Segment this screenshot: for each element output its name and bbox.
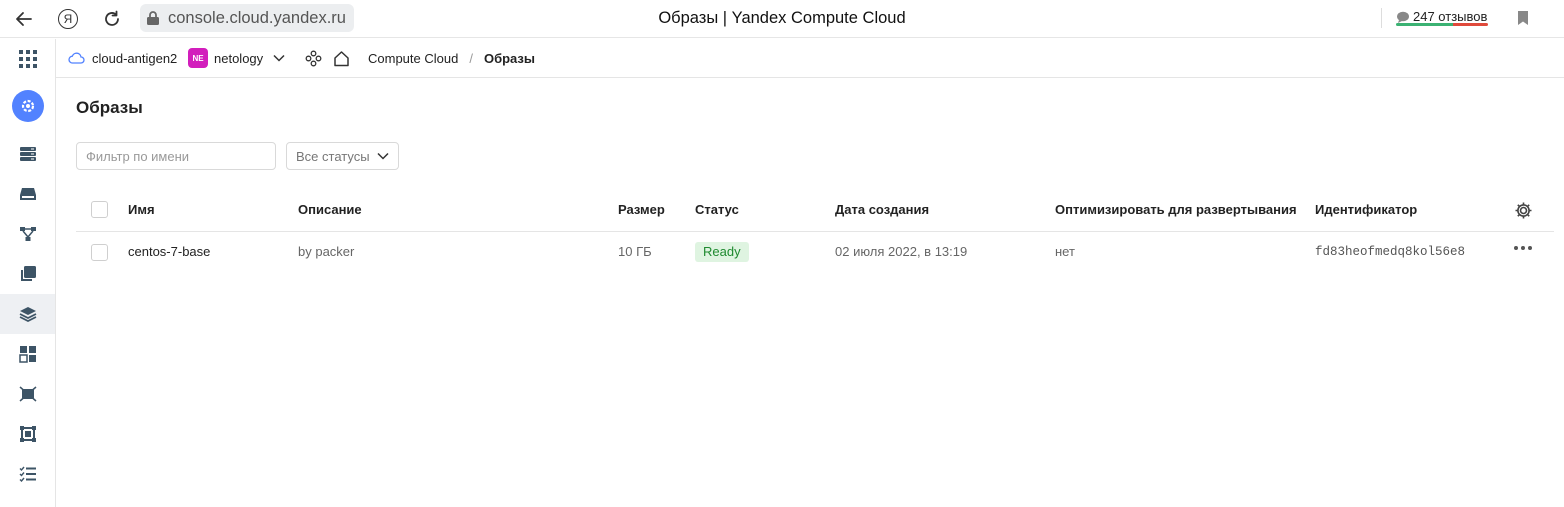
table-divider: [76, 231, 1554, 232]
table-settings-gear-icon[interactable]: [1514, 201, 1533, 225]
breadcrumb-separator: /: [469, 50, 473, 66]
name-filter-input[interactable]: [76, 142, 276, 170]
dedicated-hosts-icon[interactable]: [0, 414, 55, 454]
yandex-browser-icon[interactable]: Я: [55, 6, 81, 32]
image-description: by packer: [298, 244, 355, 259]
image-size: 10 ГБ: [618, 244, 652, 259]
page-heading: Образы: [76, 98, 143, 117]
cloud-selector[interactable]: cloud-antigen2: [68, 39, 177, 77]
reviews-label: 247 отзывов: [1413, 9, 1488, 24]
breadcrumb-current: Образы: [483, 50, 535, 66]
virtual-machines-icon[interactable]: [0, 134, 55, 174]
back-arrow-icon[interactable]: [11, 6, 37, 32]
column-header-id[interactable]: Идентификатор: [1315, 200, 1417, 220]
breadcrumb: Compute Cloud / Образы: [368, 39, 535, 77]
instance-groups-icon[interactable]: [0, 334, 55, 374]
divider: [1381, 8, 1382, 28]
image-optimize-flag: нет: [1055, 244, 1075, 259]
compute-cloud-icon[interactable]: [0, 86, 55, 126]
disks-icon[interactable]: [0, 174, 55, 214]
image-created-date: 02 июля 2022, в 13:19: [835, 244, 968, 259]
operations-icon[interactable]: [0, 454, 55, 494]
chat-bubble-icon: [1397, 11, 1409, 23]
address-bar[interactable]: console.cloud.yandex.ru: [140, 4, 354, 32]
chevron-down-icon: [273, 54, 285, 62]
url-text: console.cloud.yandex.ru: [168, 8, 346, 27]
chevron-down-icon: [377, 152, 389, 160]
gpu-clusters-icon[interactable]: [0, 374, 55, 414]
lock-icon: [146, 10, 160, 31]
browser-bar: Я console.cloud.yandex.ru Образы | Yande…: [0, 0, 1564, 38]
status-badge: Ready: [695, 242, 749, 262]
column-header-description[interactable]: Описание: [298, 200, 362, 220]
bookmark-icon[interactable]: [1516, 10, 1530, 31]
sidebar: [0, 39, 56, 507]
column-header-status[interactable]: Статус: [695, 200, 739, 220]
status-filter-select[interactable]: Все статусы: [286, 142, 399, 170]
column-header-created[interactable]: Дата создания: [835, 200, 929, 220]
image-name[interactable]: centos-7-base: [128, 242, 210, 262]
folder-avatar: NE: [188, 48, 208, 68]
cloud-icon: [68, 52, 85, 64]
image-id: fd83heofmedq8kol56e8: [1315, 245, 1466, 259]
yandex-glyph: Я: [58, 9, 78, 29]
folder-name: netology: [214, 50, 264, 66]
row-checkbox[interactable]: [91, 244, 108, 261]
column-header-name[interactable]: Имя: [128, 200, 155, 220]
column-header-optimize[interactable]: Оптимизировать для развертывания: [1055, 200, 1297, 220]
home-icon[interactable]: [333, 39, 350, 77]
services-switch-icon[interactable]: [305, 39, 322, 77]
images-icon[interactable]: [0, 294, 55, 334]
console-header: cloud-antigen2 NE netology Compute Cloud…: [56, 39, 1564, 78]
folder-selector[interactable]: NE netology: [188, 39, 285, 77]
cloud-name: cloud-antigen2: [92, 50, 178, 66]
column-header-size[interactable]: Размер: [618, 200, 665, 220]
reviews-rating-bar: [1396, 23, 1488, 26]
row-actions-more-icon[interactable]: [1514, 246, 1532, 250]
status-filter-value: Все статусы: [296, 148, 370, 164]
services-grid-icon[interactable]: [0, 39, 55, 79]
placement-groups-icon[interactable]: [0, 214, 55, 254]
reload-icon[interactable]: [99, 6, 125, 32]
breadcrumb-compute-cloud[interactable]: Compute Cloud: [368, 51, 458, 66]
select-all-checkbox[interactable]: [91, 201, 108, 218]
snapshots-icon[interactable]: [0, 254, 55, 294]
